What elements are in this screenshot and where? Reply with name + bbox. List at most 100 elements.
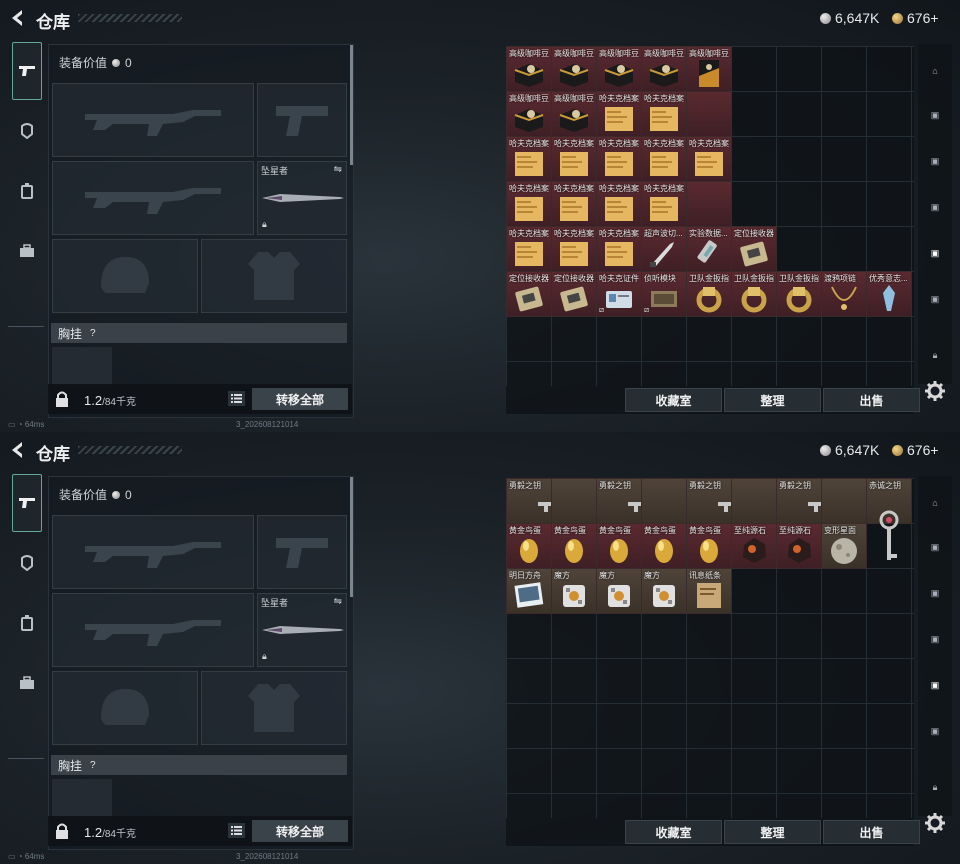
stash-item[interactable]: 实验数据... — [686, 226, 732, 272]
nav-case-tab[interactable] — [12, 236, 42, 266]
stash-item[interactable]: 定位接收器 — [731, 226, 777, 272]
armor-slot[interactable] — [201, 239, 347, 313]
stash-item[interactable]: 哈夫克档案 — [506, 136, 552, 182]
stash-item[interactable]: 变形星面 — [821, 523, 867, 569]
stash-item[interactable]: 哈夫克档案 — [686, 136, 732, 182]
tier-iv-b-icon[interactable]: ▣ — [922, 674, 948, 696]
chest-rig-slot[interactable] — [52, 779, 112, 819]
stash-cell[interactable] — [821, 478, 867, 524]
stash-item[interactable]: 高级咖啡豆 — [641, 46, 687, 92]
primary-weapon-slot[interactable] — [52, 83, 254, 157]
stash-item[interactable]: 高级咖啡豆 — [506, 46, 552, 92]
stash-item[interactable]: 明日方舟 — [506, 568, 552, 614]
stash-item[interactable]: 勇毅之钥 — [686, 478, 772, 524]
stash-item[interactable]: 勇毅之钥 — [506, 478, 592, 524]
tier-iv-icon[interactable]: ▣ — [922, 582, 948, 604]
helmet-slot[interactable] — [52, 671, 198, 745]
nav-weapons-tab[interactable] — [12, 474, 42, 532]
back-icon[interactable] — [8, 440, 26, 460]
armor-slot[interactable] — [201, 671, 347, 745]
stash-item[interactable]: 黄金鸟蛋 — [551, 523, 597, 569]
pistol-slot[interactable] — [257, 83, 347, 157]
gold-currency[interactable]: 676+ — [892, 442, 939, 458]
tier-v-icon[interactable]: ▣ — [922, 536, 948, 558]
stash-item[interactable]: 哈夫克档案 — [641, 136, 687, 182]
stash-cell[interactable] — [686, 181, 732, 227]
tier-iv-c-icon[interactable]: ▣ — [922, 288, 948, 310]
tier-iv-icon[interactable]: ▣ — [922, 150, 948, 172]
stash-item[interactable]: 哈夫克档案 — [506, 181, 552, 227]
list-view-button[interactable] — [228, 823, 245, 838]
stash-item[interactable]: 卫队金扳指 — [731, 271, 777, 317]
tier-v-icon[interactable]: ▣ — [922, 104, 948, 126]
stash-item[interactable]: 哈夫克档案 — [641, 91, 687, 137]
collection-room-button[interactable]: 收藏室 — [625, 388, 722, 412]
stash-item[interactable]: 哈夫克档案 — [551, 226, 597, 272]
stash-item[interactable]: 勇毅之钥 — [776, 478, 862, 524]
sell-button[interactable]: 出售 — [823, 820, 920, 844]
collection-room-button[interactable]: 收藏室 — [625, 820, 722, 844]
help-icon[interactable]: ? — [90, 760, 96, 771]
tier-iv-c-icon[interactable]: ▣ — [922, 720, 948, 742]
secondary-weapon-slot[interactable] — [52, 161, 254, 235]
stash-item[interactable]: 哈夫克档案 — [551, 136, 597, 182]
pistol-slot[interactable] — [257, 515, 347, 589]
stash-item[interactable]: 讯息纸条 — [686, 568, 732, 614]
equipment-scrollbar[interactable] — [350, 45, 353, 165]
locker-icon[interactable]: ⌂ — [922, 492, 948, 514]
stash-item[interactable]: 高级咖啡豆 — [551, 46, 597, 92]
stash-item[interactable]: 高级咖啡豆 — [596, 46, 642, 92]
stash-item[interactable]: 侦听模块 ⧄ — [641, 271, 687, 317]
stash-item[interactable]: 哈夫克档案 — [506, 226, 552, 272]
stash-cell[interactable] — [641, 478, 687, 524]
stash-item[interactable]: 哈夫克档案 — [596, 136, 642, 182]
stash-item[interactable]: 卫队金扳指 — [776, 271, 822, 317]
stash-item[interactable]: 黄金鸟蛋 — [596, 523, 642, 569]
nav-backpack-tab[interactable] — [12, 176, 42, 206]
helmet-slot[interactable] — [52, 239, 198, 313]
help-icon[interactable]: ? — [90, 328, 96, 339]
tier-iii-icon[interactable]: ▣ — [922, 628, 948, 650]
stash-item[interactable]: 黄金鸟蛋 — [506, 523, 552, 569]
gear-icon[interactable] — [924, 380, 946, 402]
secondary-weapon-slot[interactable] — [52, 593, 254, 667]
back-icon[interactable] — [8, 8, 26, 28]
transfer-all-button[interactable]: 转移全部 — [252, 820, 348, 842]
stash-item[interactable]: 哈夫克档案 — [596, 226, 642, 272]
nav-weapons-tab[interactable] — [12, 42, 42, 100]
stash-item[interactable]: 定位接收器 — [506, 271, 552, 317]
stash-item[interactable]: 定位接收器 — [551, 271, 597, 317]
stash-item[interactable]: 哈夫克档案 — [551, 181, 597, 227]
stash-cell[interactable] — [551, 478, 597, 524]
lock-icon[interactable] — [54, 390, 70, 408]
nav-armor-tab[interactable] — [12, 548, 42, 578]
stash-item[interactable]: 至纯源石 — [731, 523, 777, 569]
stash-item[interactable]: 优秀意志... — [866, 271, 912, 317]
tier-iv-b-icon[interactable]: ▣ — [922, 242, 948, 264]
sell-button[interactable]: 出售 — [823, 388, 920, 412]
sort-button[interactable]: 整理 — [724, 388, 821, 412]
stash-item[interactable]: 勇毅之钥 — [596, 478, 682, 524]
nav-armor-tab[interactable] — [12, 116, 42, 146]
stash-item[interactable]: 渡鸦项链 — [821, 271, 867, 317]
stash-item[interactable]: 魔方 — [596, 568, 642, 614]
stash-item[interactable]: 赤诚之钥 — [866, 478, 912, 560]
primary-weapon-slot[interactable] — [52, 515, 254, 589]
stash-item[interactable]: 超声波切... — [641, 226, 687, 272]
sort-button[interactable]: 整理 — [724, 820, 821, 844]
lock-icon[interactable]: 🔒︎ — [922, 776, 948, 798]
stash-item[interactable]: 哈夫克证件 ⧄ — [596, 271, 642, 317]
stash-item[interactable]: 魔方 — [551, 568, 597, 614]
melee-slot[interactable]: 坠星者 ⇋ 🔒︎ — [257, 593, 347, 667]
lock-icon[interactable]: 🔒︎ — [922, 344, 948, 366]
melee-slot[interactable]: 坠星者 ⇋ 🔒︎ — [257, 161, 347, 235]
lock-icon[interactable] — [54, 822, 70, 840]
stash-item[interactable]: 至纯源石 — [776, 523, 822, 569]
transfer-all-button[interactable]: 转移全部 — [252, 388, 348, 410]
stash-item[interactable]: 高级咖啡豆 — [551, 91, 597, 137]
nav-case-tab[interactable] — [12, 668, 42, 698]
chest-rig-slot[interactable] — [52, 347, 112, 387]
equipment-scrollbar[interactable] — [350, 477, 353, 597]
tier-iii-icon[interactable]: ▣ — [922, 196, 948, 218]
stash-item[interactable]: 高级咖啡豆 — [686, 46, 732, 92]
